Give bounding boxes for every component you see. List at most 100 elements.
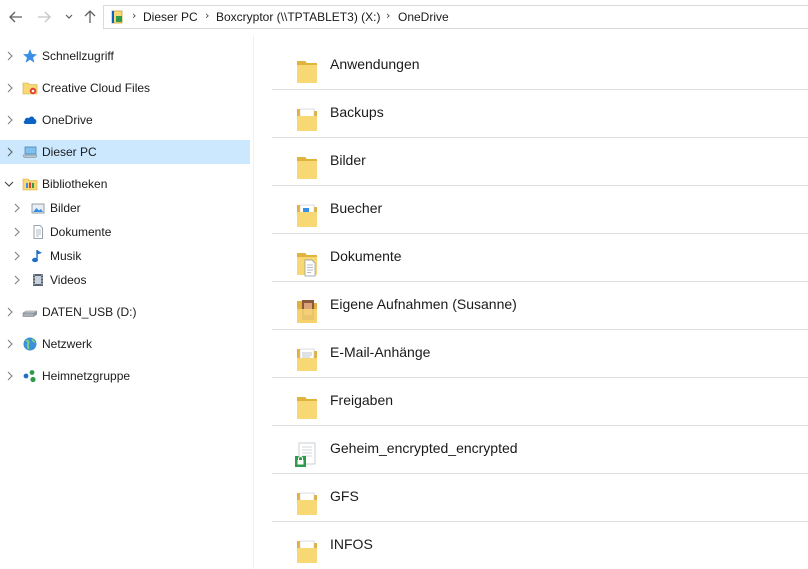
homegroup-icon	[23, 370, 36, 383]
recent-locations-button[interactable]	[62, 7, 76, 27]
folder-name: INFOS	[330, 536, 373, 552]
chevron-right-icon[interactable]	[11, 249, 23, 263]
folder-icon	[297, 397, 317, 419]
nav-item-label: Musik	[50, 249, 82, 263]
folder-name: Anwendungen	[330, 56, 420, 72]
usb-drive-icon	[22, 310, 38, 317]
documents-library-icon	[33, 225, 43, 239]
folder-with-files-icon	[297, 348, 317, 371]
nav-item-label: Dieser PC	[42, 145, 97, 159]
nav-item-bibliotheken[interactable]: Bibliotheken	[0, 172, 250, 196]
breadcrumb-separator-icon: ›	[205, 9, 210, 22]
folder-name: Backups	[330, 104, 384, 120]
forward-arrow-icon	[38, 11, 51, 23]
nav-item-label: Netzwerk	[42, 337, 93, 351]
chevron-right-icon[interactable]	[4, 305, 16, 319]
encrypted-folder-icon	[295, 442, 316, 467]
folder-row-dokumente[interactable]: Dokumente	[272, 234, 808, 282]
folder-row-infos[interactable]: INFOS	[272, 522, 808, 569]
nav-item-creative-cloud-files[interactable]: Creative Cloud Files	[0, 76, 250, 100]
folder-icon	[297, 61, 317, 83]
chevron-right-icon[interactable]	[4, 369, 16, 383]
folder-name: Eigene Aufnahmen (Susanne)	[330, 296, 517, 312]
nav-item-label: Bibliotheken	[42, 177, 108, 191]
chevron-down-icon	[65, 14, 73, 19]
network-icon	[23, 337, 37, 351]
chevron-right-icon[interactable]	[4, 337, 16, 351]
chevron-right-icon[interactable]	[4, 49, 16, 63]
nav-item-heimnetzgruppe[interactable]: Heimnetzgruppe	[0, 364, 250, 388]
navigation-bar: › Dieser PC › Boxcryptor (\\TPTABLET3) (…	[0, 0, 808, 35]
nav-item-label: OneDrive	[42, 113, 93, 127]
folder-name: E-Mail-Anhänge	[330, 344, 431, 360]
videos-library-icon	[33, 274, 43, 286]
creative-cloud-folder-icon	[22, 82, 38, 95]
folder-row-backups[interactable]: Backups	[272, 90, 808, 138]
folder-with-files-icon	[297, 108, 317, 131]
nav-item-dokumente[interactable]: Dokumente	[0, 220, 250, 244]
folder-name: Geheim_encrypted_encrypted	[330, 440, 518, 456]
libraries-folder-icon	[22, 178, 38, 191]
breadcrumb-onedrive[interactable]: OneDrive	[398, 10, 449, 24]
navigation-pane: Schnellzugriff Creative Cloud Files OneD…	[0, 35, 254, 569]
breadcrumb-boxcryptor[interactable]: Boxcryptor (\\TPTABLET3) (X:)	[216, 10, 380, 24]
folder-row-eigene-aufnahmen[interactable]: Eigene Aufnahmen (Susanne)	[272, 282, 808, 330]
chevron-down-icon[interactable]	[3, 177, 15, 191]
folder-row-email-anhaenge[interactable]: E-Mail-Anhänge	[272, 330, 808, 378]
folder-name: Buecher	[330, 200, 383, 216]
folder-with-files-icon	[297, 492, 317, 515]
nav-item-label: Heimnetzgruppe	[42, 369, 131, 383]
back-button[interactable]	[6, 7, 26, 27]
chevron-right-icon[interactable]	[4, 145, 16, 159]
nav-item-dieser-pc[interactable]: Dieser PC	[0, 140, 250, 164]
star-icon	[23, 49, 37, 63]
folder-icon	[297, 157, 317, 179]
folder-with-files-icon	[297, 540, 317, 563]
nav-item-daten-usb[interactable]: DATEN_USB (D:)	[0, 300, 250, 324]
nav-item-netzwerk[interactable]: Netzwerk	[0, 332, 250, 356]
nav-item-label: DATEN_USB (D:)	[42, 305, 137, 319]
boxcryptor-drive-icon	[111, 10, 123, 24]
chevron-right-icon[interactable]	[11, 201, 23, 215]
nav-item-label: Bilder	[50, 201, 81, 215]
folder-name: Freigaben	[330, 392, 394, 408]
breadcrumb-separator-icon: ›	[132, 9, 137, 22]
folder-name: Dokumente	[330, 248, 402, 264]
up-arrow-icon	[84, 10, 96, 23]
nav-item-bilder[interactable]: Bilder	[0, 196, 250, 220]
folder-row-anwendungen[interactable]: Anwendungen	[272, 42, 808, 90]
folder-with-files-icon	[297, 204, 317, 227]
nav-item-onedrive[interactable]: OneDrive	[0, 108, 250, 132]
folder-with-document-icon	[297, 253, 317, 277]
chevron-right-icon[interactable]	[11, 225, 23, 239]
chevron-right-icon[interactable]	[4, 81, 16, 95]
nav-item-videos[interactable]: Videos	[0, 268, 250, 292]
chevron-right-icon[interactable]	[11, 273, 23, 287]
nav-item-label: Dokumente	[50, 225, 112, 239]
up-button[interactable]	[80, 7, 100, 27]
nav-item-label: Videos	[50, 273, 87, 287]
nav-item-schnellzugriff[interactable]: Schnellzugriff	[0, 44, 250, 68]
nav-item-label: Schnellzugriff	[42, 49, 114, 63]
back-arrow-icon	[9, 11, 22, 23]
folder-name: Bilder	[330, 152, 366, 168]
folder-row-buecher[interactable]: Buecher	[272, 186, 808, 234]
folder-row-freigaben[interactable]: Freigaben	[272, 378, 808, 426]
computer-icon	[22, 146, 38, 158]
forward-button[interactable]	[34, 7, 54, 27]
folder-name: GFS	[330, 488, 359, 504]
cloud-icon	[23, 116, 37, 124]
folder-with-photo-icon	[297, 300, 317, 323]
breadcrumb-dieser-pc[interactable]: Dieser PC	[143, 10, 198, 24]
chevron-right-icon[interactable]	[4, 113, 16, 127]
breadcrumb-separator-icon: ›	[386, 9, 391, 22]
folder-row-bilder[interactable]: Bilder	[272, 138, 808, 186]
file-list: Anwendungen Backups Bilder Buecher Dokum…	[272, 35, 808, 569]
address-bar[interactable]: › Dieser PC › Boxcryptor (\\TPTABLET3) (…	[103, 5, 808, 29]
music-library-icon	[32, 250, 42, 263]
nav-item-musik[interactable]: Musik	[0, 244, 250, 268]
folder-row-geheim-encrypted[interactable]: Geheim_encrypted_encrypted	[272, 426, 808, 474]
nav-item-label: Creative Cloud Files	[42, 81, 151, 95]
pictures-library-icon	[31, 203, 45, 214]
folder-row-gfs[interactable]: GFS	[272, 474, 808, 522]
